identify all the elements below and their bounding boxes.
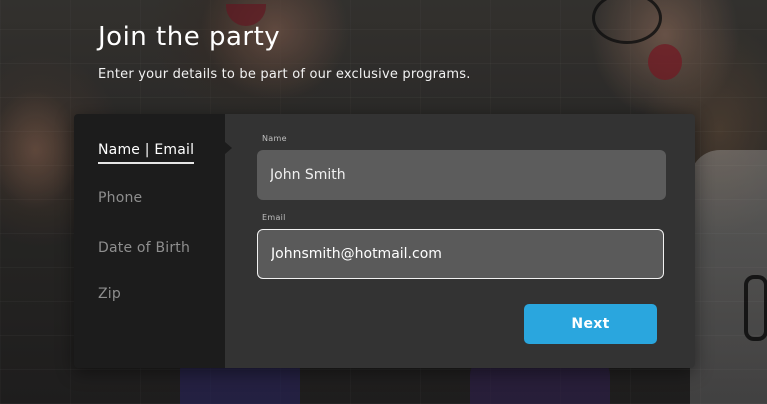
name-label: Name	[262, 134, 287, 143]
page-title: Join the party	[98, 22, 281, 52]
email-label: Email	[262, 213, 286, 222]
step-phone[interactable]: Phone	[98, 190, 142, 206]
steps-sidebar: Name | Email Phone Date of Birth Zip	[74, 114, 225, 368]
active-step-pointer	[225, 142, 232, 154]
next-button[interactable]: Next	[524, 304, 657, 344]
name-input[interactable]	[257, 150, 666, 200]
form-panel: Name Email Next	[225, 114, 695, 368]
page-subtitle: Enter your details to be part of our exc…	[98, 67, 471, 82]
signup-card: Name | Email Phone Date of Birth Zip Nam…	[74, 114, 695, 368]
step-date-of-birth[interactable]: Date of Birth	[98, 240, 190, 256]
step-zip[interactable]: Zip	[98, 286, 121, 302]
email-input[interactable]	[257, 229, 664, 279]
step-name-email[interactable]: Name | Email	[98, 142, 195, 164]
